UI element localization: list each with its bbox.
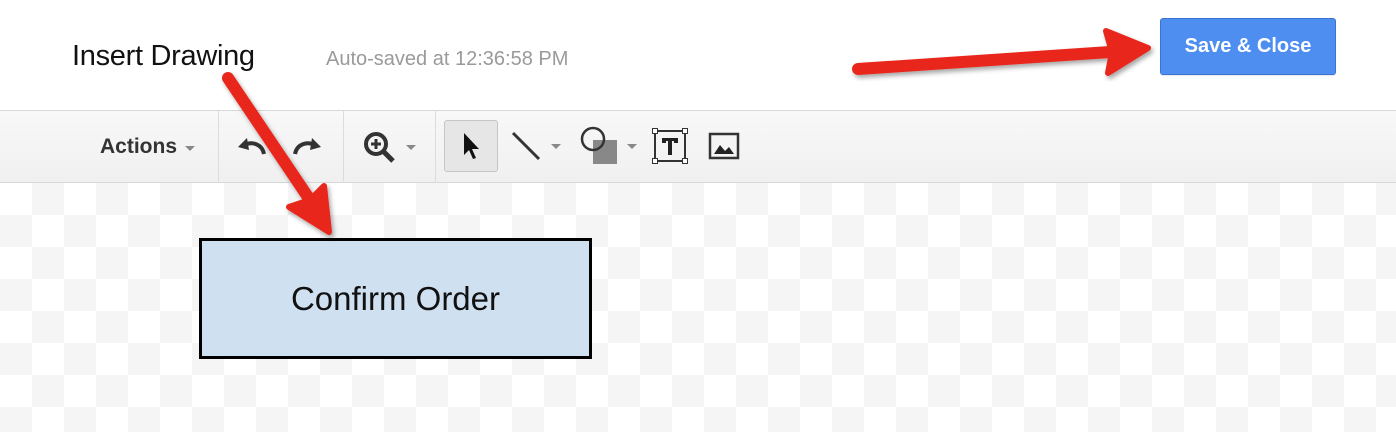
zoom-icon [364, 132, 395, 163]
image-tool-button[interactable] [704, 126, 744, 166]
line-tool-button[interactable] [502, 126, 568, 166]
redo-button[interactable] [287, 127, 327, 167]
redo-icon [293, 138, 321, 155]
shape-icon [580, 126, 617, 164]
drawing-toolbar: Actions [0, 110, 1396, 183]
undo-button[interactable] [232, 127, 272, 167]
chevron-down-icon [185, 146, 196, 151]
toolbar-divider [435, 111, 436, 183]
dialog-title: Insert Drawing [72, 40, 255, 72]
autosave-status: Auto-saved at 12:36:58 PM [326, 48, 569, 70]
undo-icon [238, 138, 266, 155]
image-icon [708, 132, 740, 160]
dialog-header: Insert Drawing Auto-saved at 12:36:58 PM… [0, 0, 1396, 110]
select-icon [464, 133, 479, 159]
save-and-close-button[interactable]: Save & Close [1160, 18, 1336, 75]
chevron-down-icon [406, 144, 416, 150]
text-box-icon [652, 128, 688, 164]
toolbar-divider [343, 111, 344, 183]
toolbar-divider [218, 111, 219, 183]
shape-label: Confirm Order [290, 279, 501, 317]
line-icon [511, 131, 541, 161]
actions-menu[interactable]: Actions [100, 131, 196, 163]
chevron-down-icon [551, 143, 561, 149]
shape-tool-button[interactable] [576, 124, 640, 168]
text-box-tool-button[interactable] [650, 126, 690, 166]
zoom-button[interactable] [356, 127, 422, 167]
confirm-order-shape[interactable]: Confirm Order [199, 238, 592, 359]
select-tool-button[interactable] [444, 120, 498, 172]
chevron-down-icon [627, 143, 637, 149]
actions-label: Actions [100, 135, 178, 158]
